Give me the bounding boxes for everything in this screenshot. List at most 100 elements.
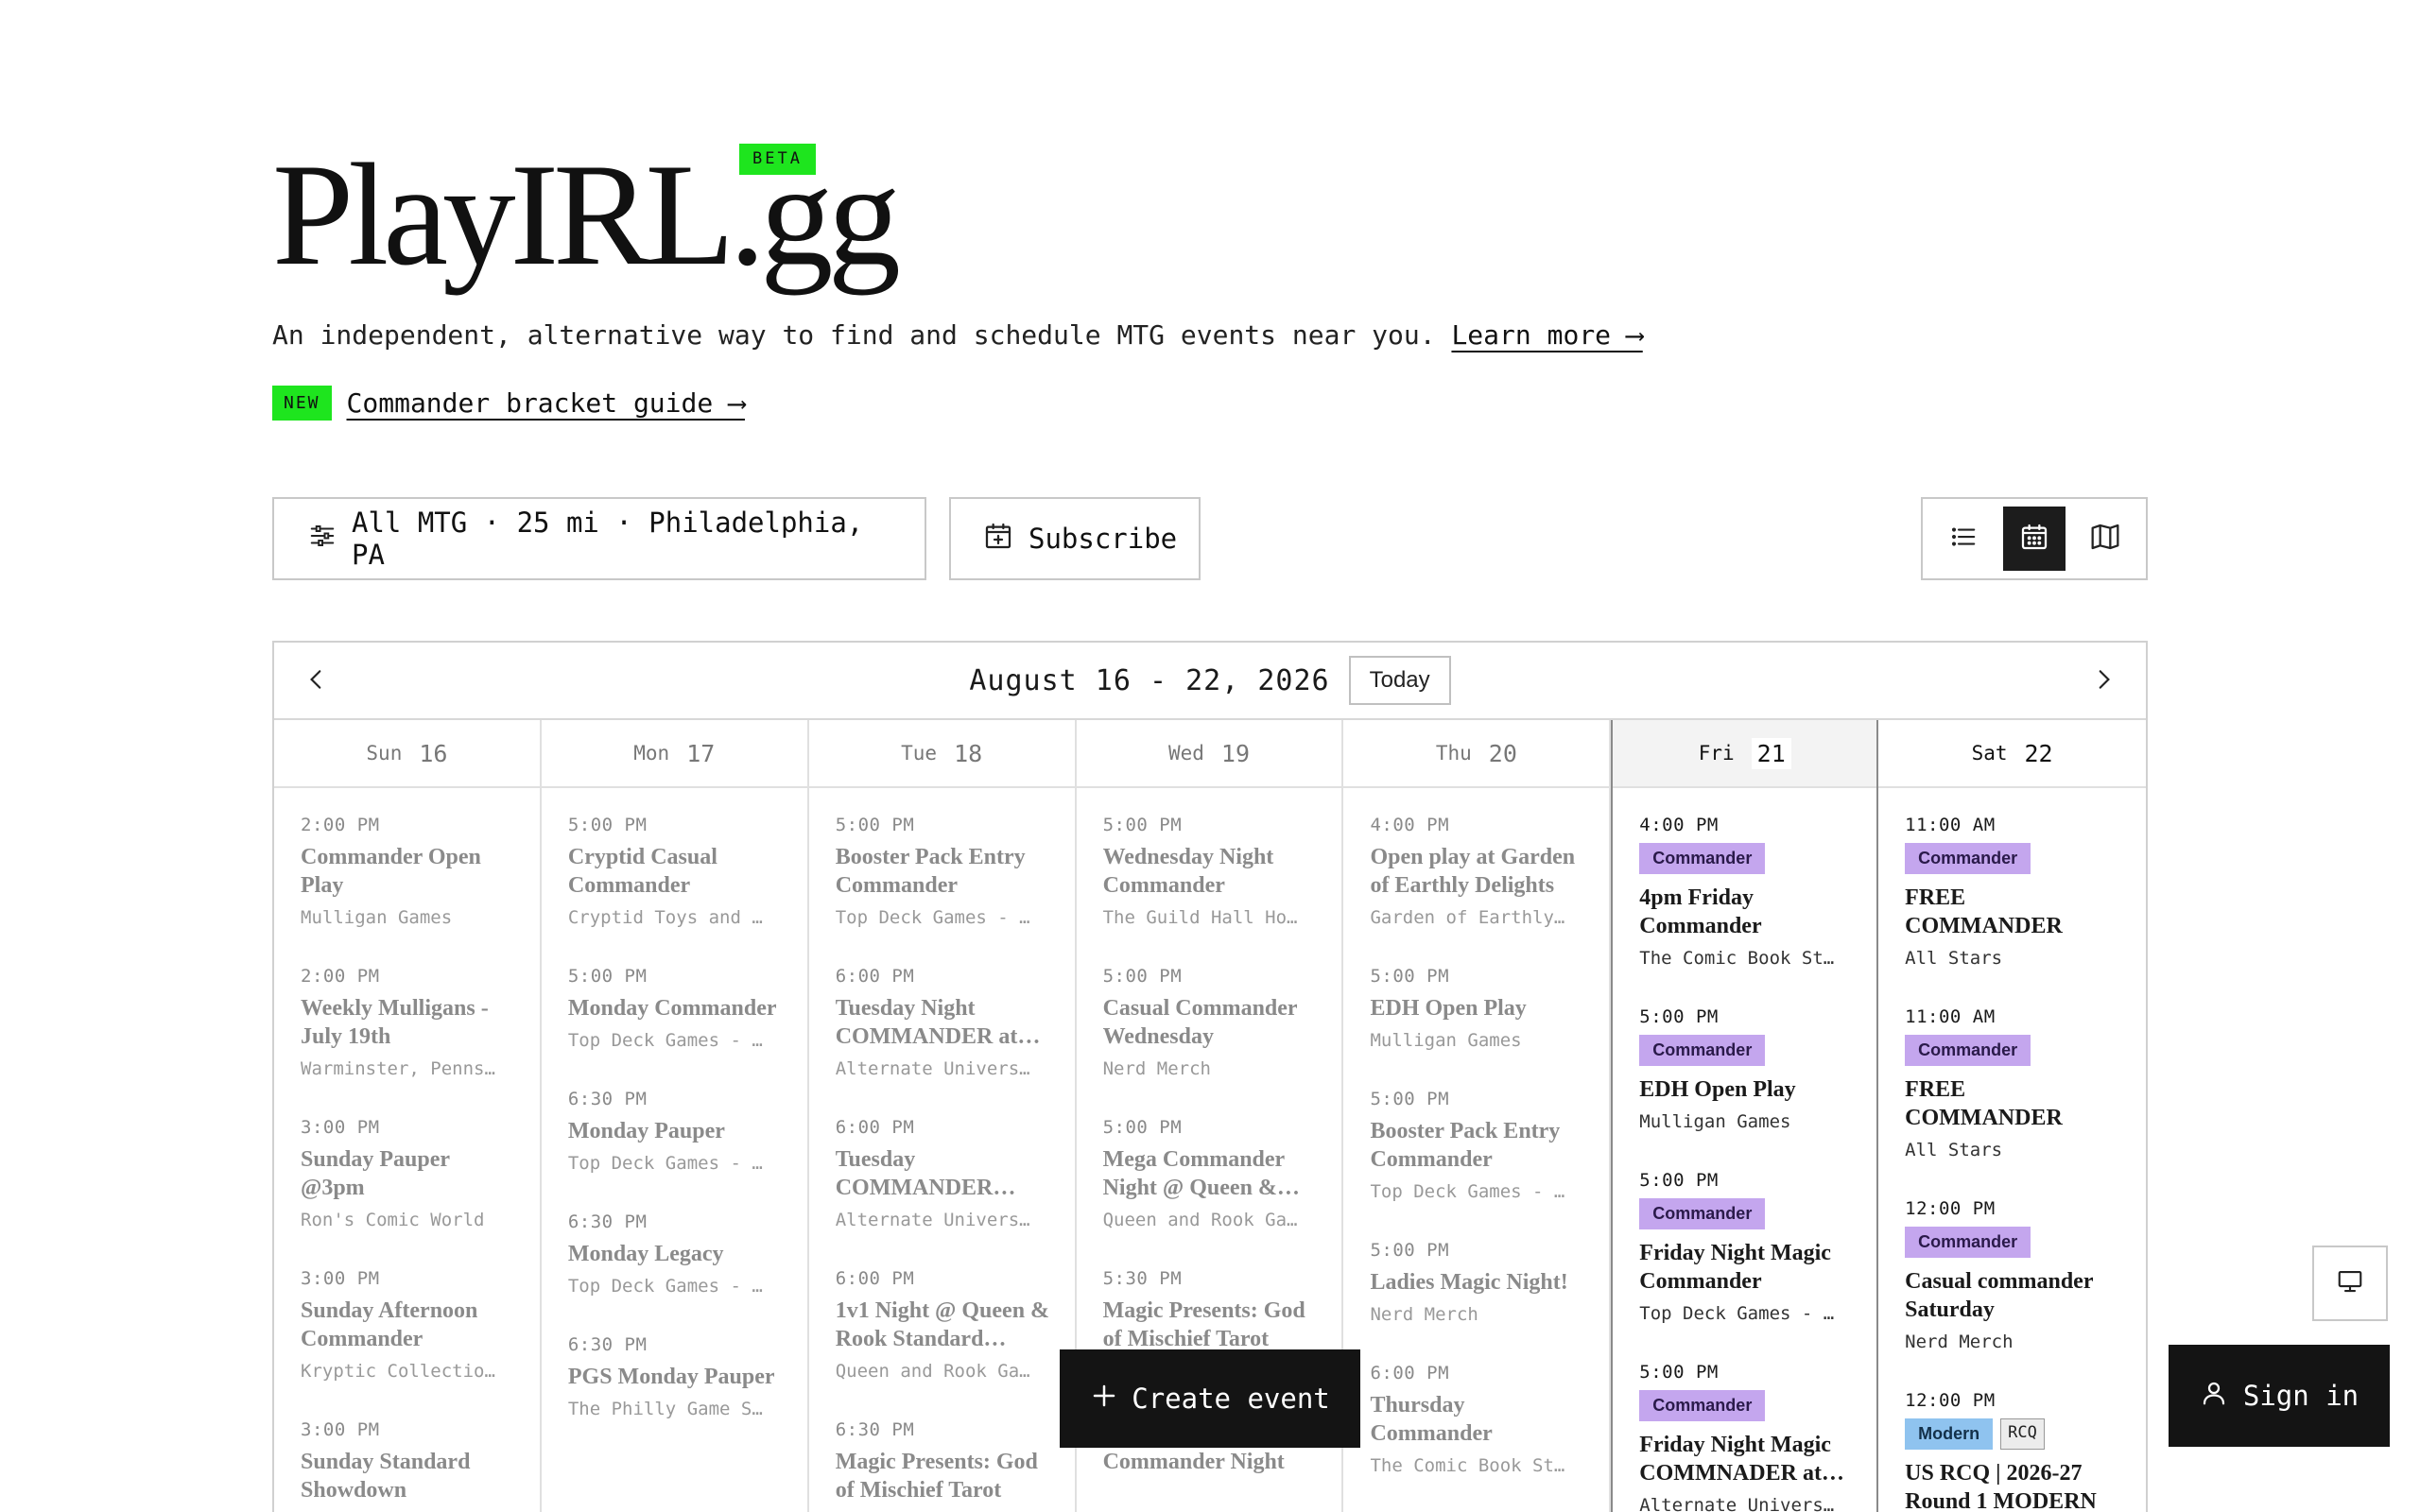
event-card[interactable]: 5:00 PM Commander Friday Night Magic Comma…: [1639, 1170, 1852, 1324]
event-card[interactable]: 6:30 PM Monday Pauper Top Deck Games - …: [568, 1089, 783, 1174]
day-header: Mon 17: [541, 720, 807, 788]
event-venue: Nerd Merch: [1370, 1304, 1478, 1325]
event-title: Open play at Garden of Earthly Delights: [1370, 845, 1576, 898]
event-card[interactable]: 5:00 PM Commander EDH Open Play Mulligan Ga…: [1639, 1006, 1852, 1132]
day-number: 21: [1751, 737, 1791, 769]
event-card[interactable]: 6:00 PM Thursday Commander The Comic Book …: [1370, 1363, 1584, 1476]
format-tag-commander: Commander: [1639, 843, 1766, 874]
event-card[interactable]: 4:00 PM Open play at Garden of Earthly De…: [1370, 815, 1584, 928]
event-card[interactable]: 2:00 PM Weekly Mulligans - July 19th Warmi…: [301, 966, 515, 1079]
event-card[interactable]: 6:00 PM 1v1 Night @ Queen & Rook Standard…: [836, 1268, 1050, 1382]
event-venue: Nerd Merch: [1102, 1058, 1211, 1079]
event-venue: Kryptic Collectio…: [301, 1361, 495, 1382]
day-name: Tue: [901, 742, 938, 765]
event-venue: The Guild Hall Ho…: [1102, 907, 1298, 928]
event-card[interactable]: 6:30 PM Monday Legacy Top Deck Games - …: [568, 1211, 783, 1297]
chevron-left-icon: [304, 667, 329, 696]
event-venue: Warminster, Penns…: [301, 1058, 495, 1079]
event-title: Booster Pack Entry Commander: [835, 845, 1026, 898]
event-card[interactable]: 5:00 PM EDH Open Play Mulligan Games: [1370, 966, 1584, 1051]
day-number: 17: [686, 739, 716, 767]
calendar-view-button[interactable]: [2002, 507, 2066, 571]
map-icon: [2090, 522, 2120, 556]
today-button[interactable]: Today: [1348, 656, 1451, 705]
event-tags: Commander: [1639, 1198, 1852, 1229]
event-card[interactable]: 5:00 PM Monday Commander Top Deck Games - …: [568, 966, 783, 1051]
event-card[interactable]: 5:00 PM Cryptid Casual Commander Cryptid T…: [568, 815, 783, 928]
event-title: Thursday Commander: [1370, 1393, 1493, 1446]
event-card[interactable]: 6:00 PM Tuesday Night COMMANDER at… Altern…: [836, 966, 1050, 1079]
subscribe-button[interactable]: Subscribe: [949, 497, 1201, 580]
learn-more-link[interactable]: Learn more ⟶: [1451, 319, 1642, 351]
event-card[interactable]: 6:00 PM Tuesday COMMANDER… Alternate Unive…: [836, 1117, 1050, 1230]
event-venue: Top Deck Games - …: [567, 1153, 763, 1174]
event-card[interactable]: 5:00 PM Booster Pack Entry Commander Top D…: [1370, 1089, 1584, 1202]
event-title: Sunday Standard Showdown: [301, 1450, 471, 1503]
event-title: Magic Presents: God of Mischief Tarot: [1102, 1298, 1305, 1351]
event-time: 5:00 PM: [567, 815, 648, 835]
day-column-thu: Thu 20 4:00 PM Open play at Garden of Earth…: [1343, 720, 1612, 1512]
event-card[interactable]: 5:00 PM Commander Friday Night Magic COMMN…: [1639, 1362, 1852, 1512]
event-card[interactable]: 4:00 PM Commander 4pm Friday Commander The …: [1639, 815, 1852, 969]
event-time: 4:00 PM: [1639, 815, 1719, 835]
event-time: 2:00 PM: [301, 966, 380, 987]
event-card[interactable]: 5:00 PM Mega Commander Night @ Queen &… Qu…: [1103, 1117, 1318, 1230]
new-badge: NEW: [272, 386, 332, 421]
event-list: 4:00 PM Commander 4pm Friday Commander The …: [1613, 788, 1876, 1512]
event-venue: The Comic Book St…: [1370, 1455, 1565, 1476]
event-venue: Top Deck Games - …: [1639, 1303, 1835, 1324]
event-card[interactable]: 3:00 PM Sunday Afternoon Commander Kryptic…: [301, 1268, 515, 1382]
tagline: An independent, alternative way to find …: [272, 319, 1643, 351]
previous-week-button[interactable]: [301, 665, 333, 697]
event-card[interactable]: 5:00 PM Ladies Magic Night! Nerd Merch: [1370, 1240, 1584, 1325]
event-card[interactable]: 5:00 PM Wednesday Night Commander The Guil…: [1103, 815, 1318, 928]
event-card[interactable]: 3:00 PM Sunday Standard Showdown: [301, 1419, 515, 1504]
event-title: Commander Open Play: [301, 845, 481, 898]
event-time: 11:00 AM: [1905, 815, 1996, 835]
event-card[interactable]: 5:00 PM Casual Commander Wednesday Nerd Me…: [1103, 966, 1318, 1079]
event-card[interactable]: 2:00 PM Commander Open Play Mulligan Games: [301, 815, 515, 928]
day-header: Sun 16: [274, 720, 540, 788]
event-card[interactable]: 5:30 PM Magic Presents: God of Mischief T…: [1103, 1268, 1318, 1353]
format-tag-commander: Commander: [1639, 1035, 1766, 1066]
event-venue: Top Deck Games - …: [835, 907, 1030, 928]
create-event-label: Create event: [1132, 1383, 1330, 1415]
day-name: Fri: [1698, 742, 1735, 765]
next-week-button[interactable]: [2087, 665, 2119, 697]
beta-badge: BETA: [739, 144, 816, 175]
event-card[interactable]: 11:00 AM Commander FREE COMMANDER All Stars: [1905, 815, 2121, 969]
event-card[interactable]: 6:30 PM Magic Presents: God of Mischief T…: [836, 1419, 1050, 1504]
event-time: 6:30 PM: [567, 1334, 648, 1355]
event-venue: Ron's Comic World: [301, 1210, 485, 1230]
event-time: 6:30 PM: [567, 1089, 648, 1109]
event-venue: All Stars: [1905, 1140, 2003, 1160]
event-time: 3:00 PM: [301, 1268, 380, 1289]
event-card[interactable]: 6:30 PM PGS Monday Pauper The Philly Game …: [568, 1334, 783, 1419]
format-tag-commander: Commander: [1639, 1390, 1766, 1421]
event-time: 5:00 PM: [1370, 966, 1450, 987]
event-card[interactable]: 3:00 PM Sunday Pauper @3pm Ron's Comic Wor…: [301, 1117, 515, 1230]
display-toggle-button[interactable]: [2312, 1246, 2388, 1321]
event-venue: Mulligan Games: [1370, 1030, 1522, 1051]
event-card[interactable]: 5:00 PM Booster Pack Entry Commander Top D…: [836, 815, 1050, 928]
event-title: US RCQ | 2026-27 Round 1 MODERN: [1905, 1461, 2097, 1512]
sign-in-label: Sign in: [2242, 1380, 2360, 1412]
bracket-guide-link[interactable]: Commander bracket guide ⟶: [347, 387, 745, 419]
event-time: 3:00 PM: [301, 1117, 380, 1138]
sign-in-button[interactable]: Sign in: [2169, 1345, 2390, 1447]
day-column-fri: Fri 21 4:00 PM Commander 4pm Friday Commande…: [1611, 720, 1879, 1512]
day-name: Thu: [1435, 742, 1472, 765]
event-card[interactable]: 11:00 AM Commander FREE COMMANDER All Stars: [1905, 1006, 2121, 1160]
event-tags: Commander: [1639, 1035, 1852, 1066]
event-card[interactable]: 12:00 PM Modern RCQ US RCQ | 2026-27 Round …: [1905, 1390, 2121, 1512]
event-time: 5:00 PM: [1370, 1089, 1450, 1109]
map-view-button[interactable]: [2073, 507, 2136, 571]
event-title: EDH Open Play: [1370, 996, 1527, 1021]
list-view-button[interactable]: [1932, 507, 1996, 571]
event-time: 5:00 PM: [1639, 1170, 1719, 1191]
sliders-icon: [308, 522, 337, 557]
event-card[interactable]: 12:00 PM Commander Casual commander Saturd…: [1905, 1198, 2121, 1352]
create-event-button[interactable]: Create event: [1060, 1349, 1360, 1448]
event-title: Tuesday Night COMMANDER at…: [835, 996, 1041, 1049]
filter-button[interactable]: All MTG · 25 mi · Philadelphia, PA: [272, 497, 926, 580]
